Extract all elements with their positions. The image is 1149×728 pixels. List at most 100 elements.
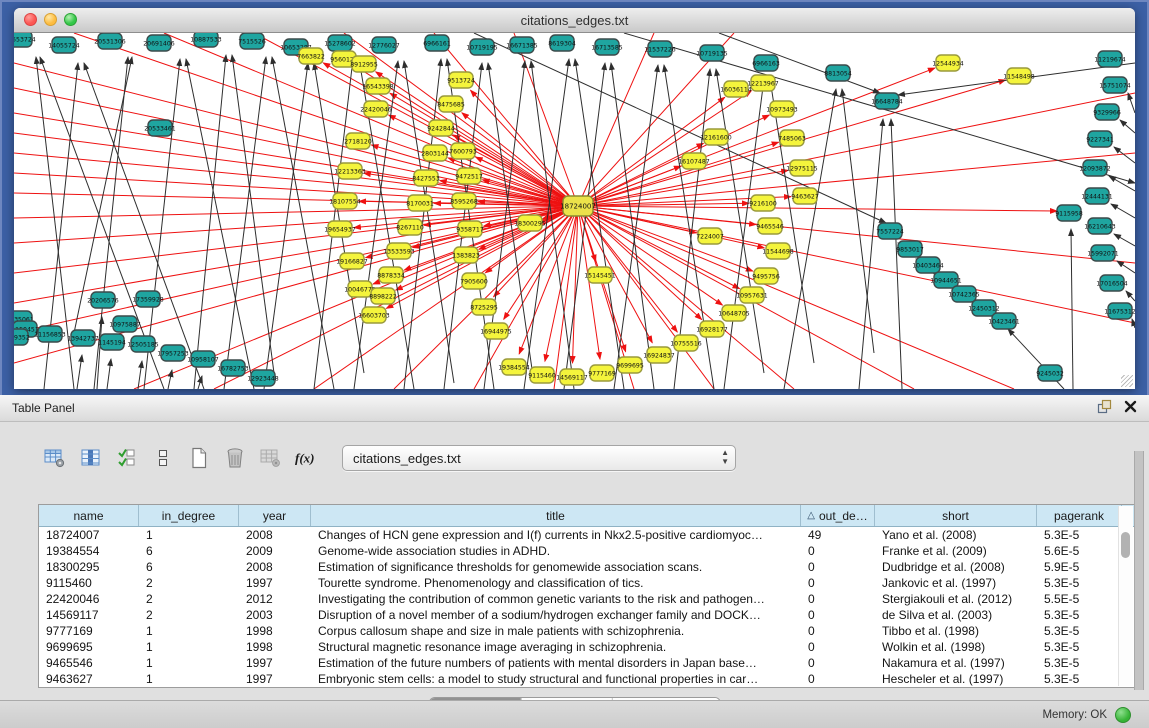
network-node[interactable]: 10887533 [190,33,222,47]
network-node[interactable]: 9227341 [1086,131,1114,147]
network-node[interactable]: 9495756 [752,268,780,284]
table-row[interactable]: 1938455462009Genome-wide association stu… [39,543,1134,559]
network-node[interactable]: 12505185 [127,336,159,352]
network-node[interactable]: 3919352 [14,329,30,345]
column-header-year[interactable]: year [239,505,311,526]
network-node[interactable]: 10719135 [696,45,728,61]
network-node[interactable]: 11219674 [1094,51,1126,67]
table-row[interactable]: 911546021997Tourette syndrome. Phenomeno… [39,575,1134,591]
network-node[interactable]: 15278602 [324,35,356,51]
network-node[interactable]: 10423461 [988,313,1020,329]
network-node[interactable]: 2803144 [421,145,449,161]
network-node[interactable]: 12093872 [1079,160,1111,176]
network-node[interactable]: 8595268 [450,193,478,209]
table-row[interactable]: 969969511998Structural magnetic resonanc… [39,639,1134,655]
network-node[interactable]: 8619304 [548,35,576,51]
table-row[interactable]: 1456911722003Disruption of a novel membe… [39,607,1134,623]
network-node[interactable]: 8267110 [396,219,424,235]
network-node[interactable]: 7485063 [778,130,806,146]
network-node[interactable]: 7557224 [876,223,904,239]
network-node[interactable]: 7905600 [460,273,488,289]
network-node[interactable]: 16107487 [678,153,710,169]
network-node[interactable]: 16210643 [1084,218,1116,234]
network-node[interactable]: 6966161 [423,35,451,51]
network-node[interactable]: 9358717 [456,221,484,237]
network-node[interactable]: 11537226 [644,41,676,57]
resize-grip-icon[interactable] [1121,375,1133,387]
network-node[interactable]: 16603703 [358,307,390,323]
column-header-short[interactable]: short [875,505,1037,526]
network-node[interactable]: 16713585 [591,39,623,55]
network-node[interactable]: 17359928 [132,291,164,307]
network-node[interactable]: 19166827 [336,253,368,269]
network-node[interactable]: 16928177 [696,321,728,337]
network-node[interactable]: 12213363 [334,163,366,179]
network-node[interactable]: 8912955 [350,56,378,72]
close-window-button[interactable] [24,13,37,26]
network-node[interactable]: 9853017 [896,241,924,257]
network-node[interactable]: 10648705 [718,305,750,321]
table-row[interactable]: 2242004622012Investigating the contribut… [39,591,1134,607]
network-node[interactable]: 16543398 [362,78,394,94]
network-node[interactable]: 16924837 [643,347,675,363]
network-node[interactable]: 16782753 [217,360,249,376]
network-node[interactable]: 1383823 [452,247,480,263]
network-node[interactable]: 7600793 [449,143,477,159]
network-node[interactable]: 12776027 [368,37,400,53]
network-node[interactable]: 14569117 [556,369,588,385]
panel-splitter[interactable] [1134,451,1144,690]
network-node[interactable]: 20533461 [144,120,176,136]
network-node[interactable]: 11156853 [34,326,66,342]
new-document-icon[interactable] [184,445,214,471]
network-node[interactable]: 9115460 [528,367,556,383]
network-node[interactable]: 7515526 [238,33,266,49]
column-header-title[interactable]: title [311,505,801,526]
network-node[interactable]: 12975115 [786,160,818,176]
network-node[interactable]: 8170031 [406,195,434,211]
network-node[interactable]: 12544934 [932,55,964,71]
network-node[interactable]: 10719195 [466,39,498,55]
close-panel-icon[interactable] [1124,400,1137,413]
select-all-icon[interactable] [112,445,142,471]
network-node[interactable]: 20691406 [143,35,175,51]
table-row[interactable]: 1872400712008Changes of HCN gene express… [39,527,1134,543]
network-node[interactable]: 17957253 [157,345,189,361]
network-node[interactable]: 7224007 [696,228,724,244]
delete-icon[interactable] [220,445,250,471]
network-node[interactable]: 9329966 [1093,104,1121,120]
network-node[interactable]: 8878334 [377,267,405,283]
network-node[interactable]: 12213967 [747,75,779,91]
network-node[interactable]: 10973493 [766,101,798,117]
network-node[interactable]: 12923448 [247,370,279,386]
import-table-icon[interactable] [256,445,286,471]
network-node[interactable]: 8813054 [824,65,852,81]
network-node[interactable]: 9216100 [749,195,777,211]
network-node[interactable]: 9777169 [588,365,616,381]
column-header-name[interactable]: name [39,505,139,526]
network-node[interactable]: 16944975 [480,323,512,339]
network-node[interactable]: 11544698 [762,243,794,259]
network-node[interactable]: 8898222 [369,288,397,304]
network-node[interactable]: 8725295 [470,299,498,315]
network-node[interactable]: 16036114 [720,81,752,97]
network-selector-dropdown[interactable]: citations_edges.txt ▲▼ [342,445,736,471]
network-node[interactable]: 12444131 [1081,188,1113,204]
minimize-window-button[interactable] [44,13,57,26]
network-node[interactable]: 9463627 [791,188,819,204]
network-node[interactable]: 8475685 [437,96,465,112]
network-node[interactable]: 22420046 [360,101,392,117]
network-node[interactable]: 18724007 [560,196,596,216]
network-node[interactable]: 9699695 [616,357,644,373]
citation-network-graph[interactable]: 2055372414055724205313062069140610887533… [14,33,1135,389]
zoom-window-button[interactable] [64,13,77,26]
network-node[interactable]: 10975887 [109,316,141,332]
network-node[interactable]: 18300295 [514,215,546,231]
network-node[interactable]: 11675312 [1104,303,1135,319]
row-height-icon[interactable] [148,445,178,471]
network-node[interactable]: 7663822 [297,48,325,64]
function-builder-icon[interactable]: f(x) [292,445,322,471]
table-row[interactable]: 1830029562008Estimation of significance … [39,559,1134,575]
network-node[interactable]: 1145194 [98,334,126,350]
scrollbar-thumb[interactable] [1121,532,1130,558]
network-node[interactable]: 6966163 [752,55,780,71]
